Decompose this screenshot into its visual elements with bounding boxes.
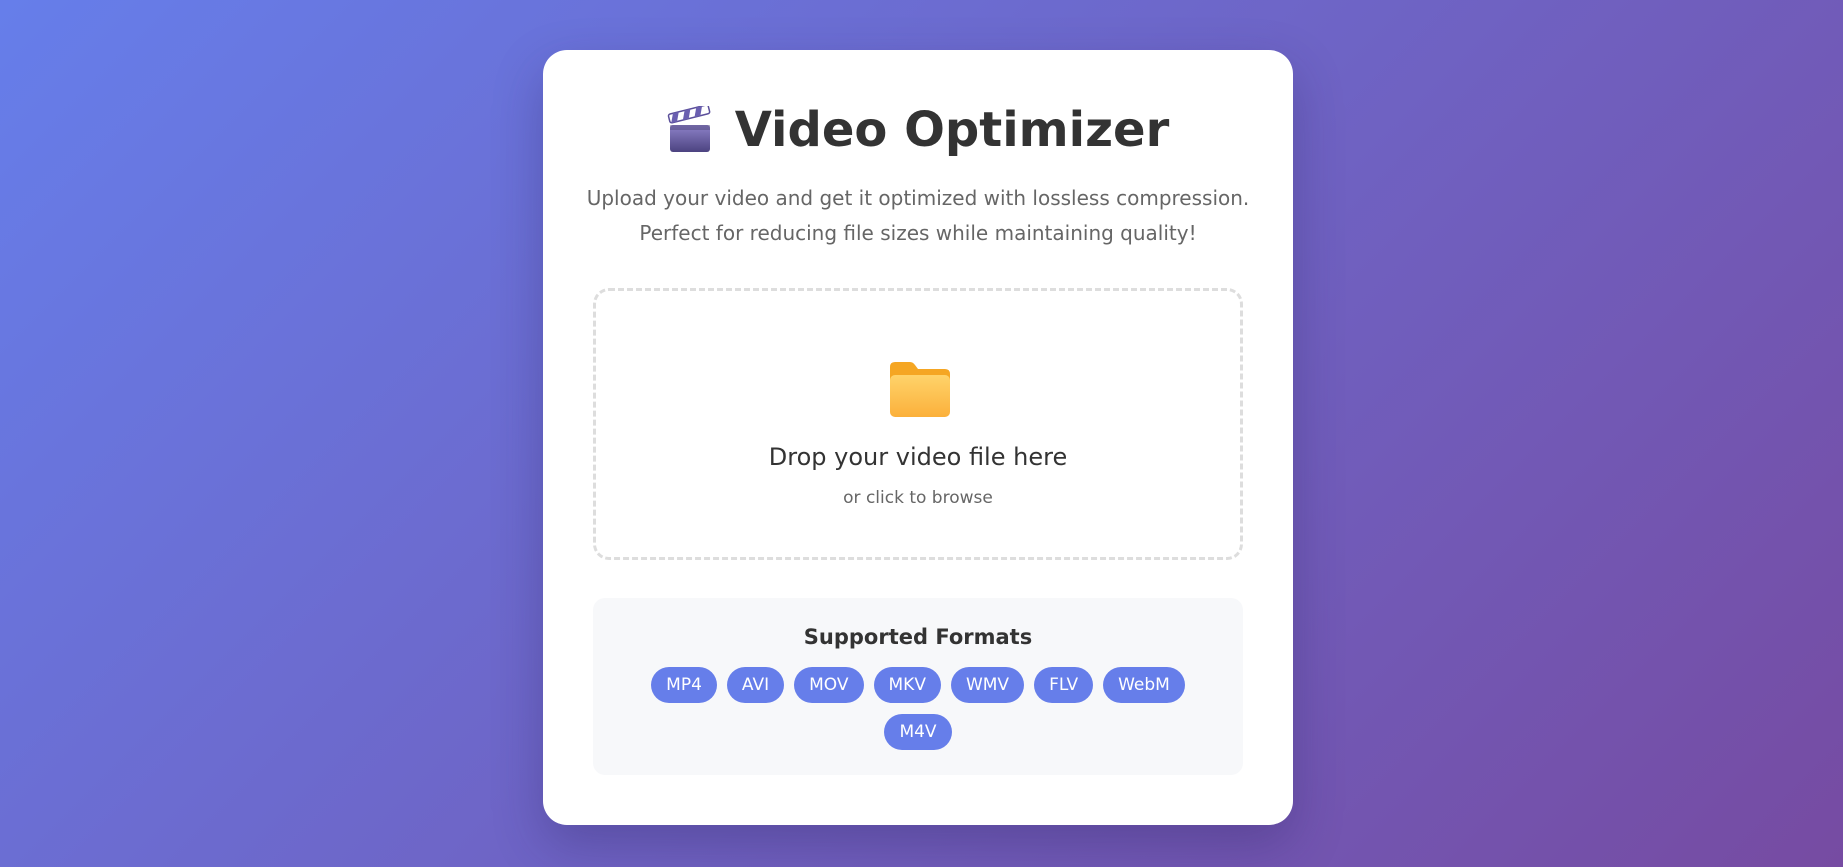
page-title: Video Optimizer <box>734 102 1170 158</box>
format-badge-avi: AVI <box>726 667 785 703</box>
format-badge-wmv: WMV <box>950 667 1025 703</box>
description-line-1: Upload your video and get it optimized w… <box>586 186 1250 210</box>
folder-icon <box>890 362 950 417</box>
clapper-board-icon <box>667 106 711 152</box>
format-badge-mp4: MP4 <box>651 667 717 703</box>
header: Video Optimizer <box>543 106 1293 154</box>
supported-formats-panel: Supported Formats MP4 AVI MOV MKV WMV FL… <box>593 598 1243 775</box>
format-badge-list: MP4 AVI MOV MKV WMV FLV WebM M4V <box>643 667 1193 750</box>
format-badge-webm: WebM <box>1103 667 1185 703</box>
dropzone-title: Drop your video file here <box>768 443 1068 471</box>
format-badge-mov: MOV <box>794 667 864 703</box>
file-dropzone[interactable]: Drop your video file here or click to br… <box>593 288 1243 560</box>
format-badge-flv: FLV <box>1034 667 1094 703</box>
browse-link[interactable]: or click to browse <box>596 488 1240 508</box>
supported-formats-title: Supported Formats <box>803 625 1033 649</box>
format-badge-mkv: MKV <box>873 667 941 703</box>
format-badge-m4v: M4V <box>884 714 952 750</box>
description-line-2: Perfect for reducing file sizes while ma… <box>639 221 1197 245</box>
main-card: Video Optimizer Upload your video and ge… <box>543 50 1293 825</box>
page-description: Upload your video and get it optimized w… <box>583 181 1253 251</box>
